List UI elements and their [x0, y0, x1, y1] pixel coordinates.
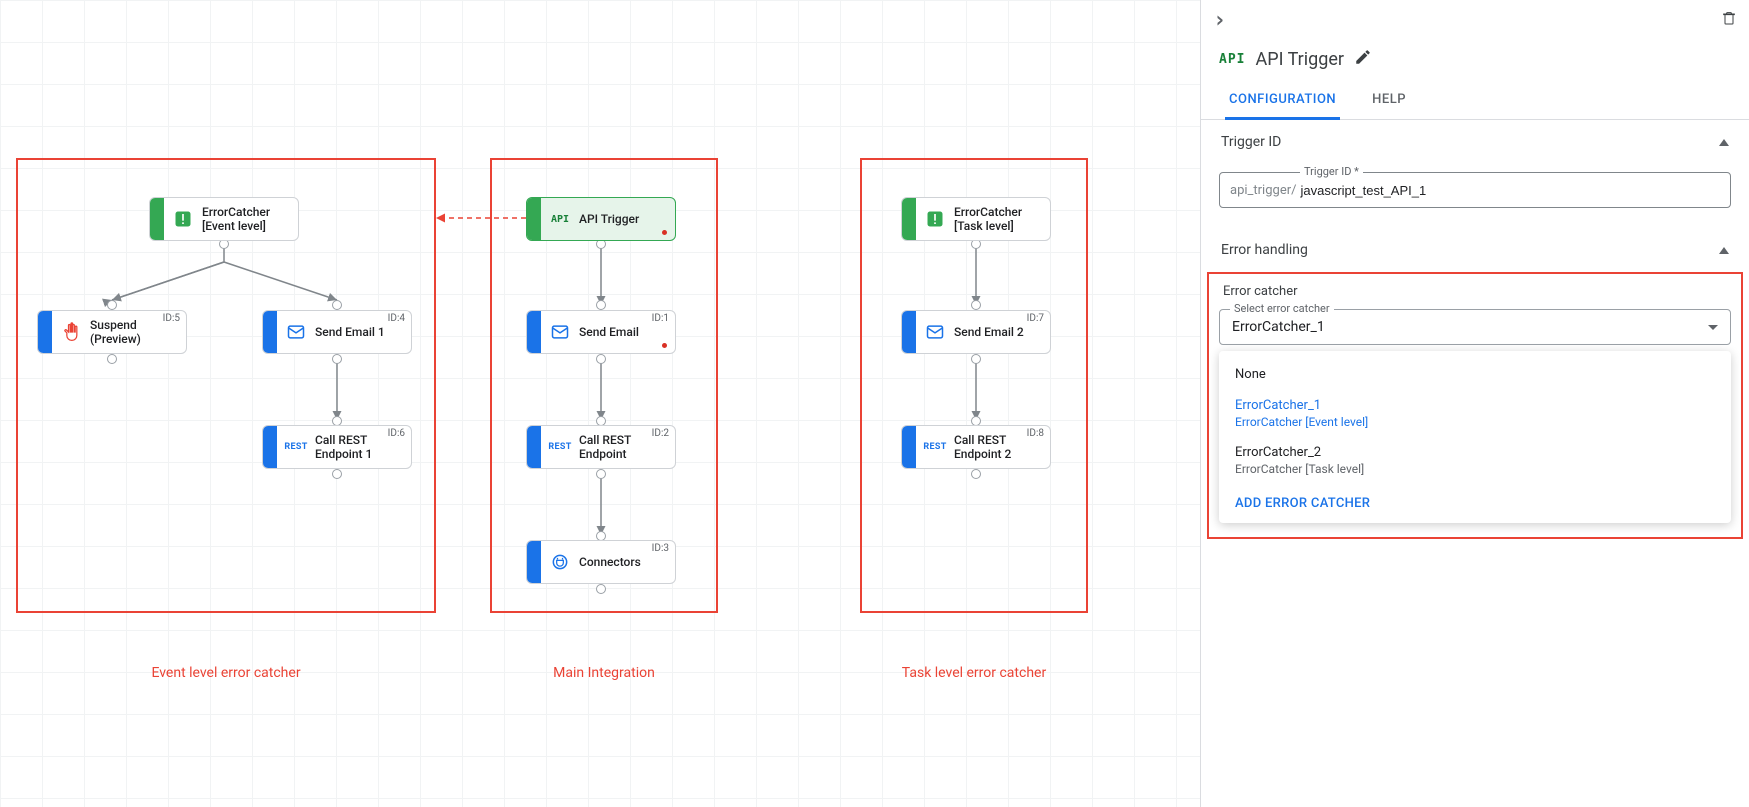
hand-icon — [58, 319, 84, 345]
connector-icon — [547, 549, 573, 575]
port[interactable] — [596, 354, 606, 364]
dropdown-option-ec1[interactable]: ErrorCatcher_1 ErrorCatcher [Event level… — [1219, 390, 1731, 437]
node-send-email-1[interactable]: Send Email 1 ID:4 — [262, 310, 412, 354]
port[interactable] — [596, 584, 606, 594]
port[interactable] — [107, 300, 117, 310]
option-main: ErrorCatcher_2 — [1235, 445, 1715, 460]
trash-icon — [1721, 9, 1737, 27]
group-main-label: Main Integration — [490, 665, 718, 681]
port[interactable] — [332, 469, 342, 479]
trigger-id-field[interactable]: Trigger ID * api_trigger/ — [1219, 172, 1731, 208]
node-send-email[interactable]: Send Email ID:1 — [526, 310, 676, 354]
group-task-label: Task level error catcher — [860, 665, 1088, 681]
error-catcher-dropdown: None ErrorCatcher_1 ErrorCatcher [Event … — [1219, 351, 1731, 523]
section-title: Error handling — [1221, 242, 1308, 258]
add-error-catcher-button[interactable]: ADD ERROR CATCHER — [1219, 484, 1731, 515]
trigger-id-input[interactable] — [1296, 183, 1730, 198]
node-errorcatcher-task[interactable]: ErrorCatcher [Task level] — [901, 197, 1051, 241]
chevron-down-icon — [1708, 325, 1718, 330]
option-sub: ErrorCatcher [Task level] — [1235, 462, 1715, 476]
node-label: ErrorCatcher [Task level] — [954, 205, 1028, 233]
field-legend: Trigger ID * — [1300, 165, 1363, 178]
node-id: ID:1 — [652, 313, 669, 324]
node-id: ID:4 — [388, 313, 405, 324]
mail-icon — [922, 319, 948, 345]
node-id: ID:3 — [652, 543, 669, 554]
option-main: None — [1235, 367, 1715, 382]
edit-title-button[interactable] — [1354, 48, 1372, 70]
error-catcher-select[interactable]: Select error catcher ErrorCatcher_1 — [1219, 309, 1731, 345]
port[interactable] — [596, 469, 606, 479]
details-panel: › API API Trigger CONFIGURATION HELP Tri… — [1200, 0, 1749, 807]
error-catcher-label: Error catcher — [1223, 284, 1727, 299]
node-send-email-2[interactable]: Send Email 2 ID:7 — [901, 310, 1051, 354]
error-icon — [922, 206, 948, 232]
warning-dot — [662, 230, 667, 235]
api-icon: API — [547, 206, 573, 232]
section-title: Trigger ID — [1221, 134, 1281, 150]
tab-configuration[interactable]: CONFIGURATION — [1225, 82, 1340, 120]
delete-button[interactable] — [1721, 9, 1737, 31]
chevron-up-icon — [1719, 247, 1729, 254]
dropdown-option-ec2[interactable]: ErrorCatcher_2 ErrorCatcher [Task level] — [1219, 437, 1731, 484]
node-label: Call REST Endpoint — [579, 433, 637, 461]
node-rest-1[interactable]: REST Call REST Endpoint 1 ID:6 — [262, 425, 412, 469]
mail-icon — [547, 319, 573, 345]
rest-icon: REST — [922, 434, 948, 460]
panel-title: API Trigger — [1255, 49, 1344, 70]
chevron-up-icon — [1719, 139, 1729, 146]
rest-icon: REST — [547, 434, 573, 460]
port[interactable] — [971, 469, 981, 479]
select-legend: Select error catcher — [1230, 302, 1334, 315]
select-value: ErrorCatcher_1 — [1232, 319, 1708, 335]
mail-icon — [283, 319, 309, 345]
node-id: ID:8 — [1027, 428, 1044, 439]
option-sub: ErrorCatcher [Event level] — [1235, 415, 1715, 429]
section-trigger-id[interactable]: Trigger ID — [1201, 120, 1749, 164]
node-rest[interactable]: REST Call REST Endpoint ID:2 — [526, 425, 676, 469]
warning-dot — [662, 343, 667, 348]
port[interactable] — [971, 354, 981, 364]
field-prefix: api_trigger/ — [1220, 183, 1296, 198]
flow-canvas[interactable]: Event level error catcher Main Integrati… — [0, 0, 1200, 807]
api-badge-icon: API — [1219, 52, 1245, 67]
node-label: Call REST Endpoint 2 — [954, 433, 1017, 461]
node-id: ID:5 — [163, 313, 180, 324]
node-label: Call REST Endpoint 1 — [315, 433, 378, 461]
node-suspend[interactable]: Suspend (Preview) ID:5 — [37, 310, 187, 354]
node-id: ID:6 — [388, 428, 405, 439]
error-catcher-config: Error catcher Select error catcher Error… — [1207, 272, 1743, 539]
node-errorcatcher-event[interactable]: ErrorCatcher [Event level] — [149, 197, 299, 241]
group-event-label: Event level error catcher — [16, 665, 436, 681]
node-label: Send Email 1 — [315, 325, 391, 339]
node-label: Suspend (Preview) — [90, 318, 147, 346]
section-error-handling[interactable]: Error handling — [1201, 228, 1749, 272]
node-label: Connectors — [579, 555, 647, 569]
port[interactable] — [332, 300, 342, 310]
node-id: ID:2 — [652, 428, 669, 439]
rest-icon: REST — [283, 434, 309, 460]
collapse-panel-icon[interactable]: › — [1213, 8, 1226, 33]
option-main: ErrorCatcher_1 — [1235, 398, 1715, 413]
node-label: Send Email 2 — [954, 325, 1030, 339]
node-rest-2[interactable]: REST Call REST Endpoint 2 ID:8 — [901, 425, 1051, 469]
node-label: ErrorCatcher [Event level] — [202, 205, 276, 233]
port[interactable] — [107, 354, 117, 364]
port[interactable] — [596, 300, 606, 310]
node-connectors[interactable]: Connectors ID:3 — [526, 540, 676, 584]
port[interactable] — [971, 300, 981, 310]
node-label: API Trigger — [579, 212, 645, 226]
port[interactable] — [332, 354, 342, 364]
node-label: Send Email — [579, 325, 645, 339]
node-api-trigger[interactable]: API API Trigger — [526, 197, 676, 241]
dropdown-option-none[interactable]: None — [1219, 359, 1731, 390]
pencil-icon — [1354, 48, 1372, 66]
panel-tabs: CONFIGURATION HELP — [1201, 82, 1749, 120]
node-id: ID:7 — [1027, 313, 1044, 324]
error-icon — [170, 206, 196, 232]
tab-help[interactable]: HELP — [1368, 82, 1410, 119]
